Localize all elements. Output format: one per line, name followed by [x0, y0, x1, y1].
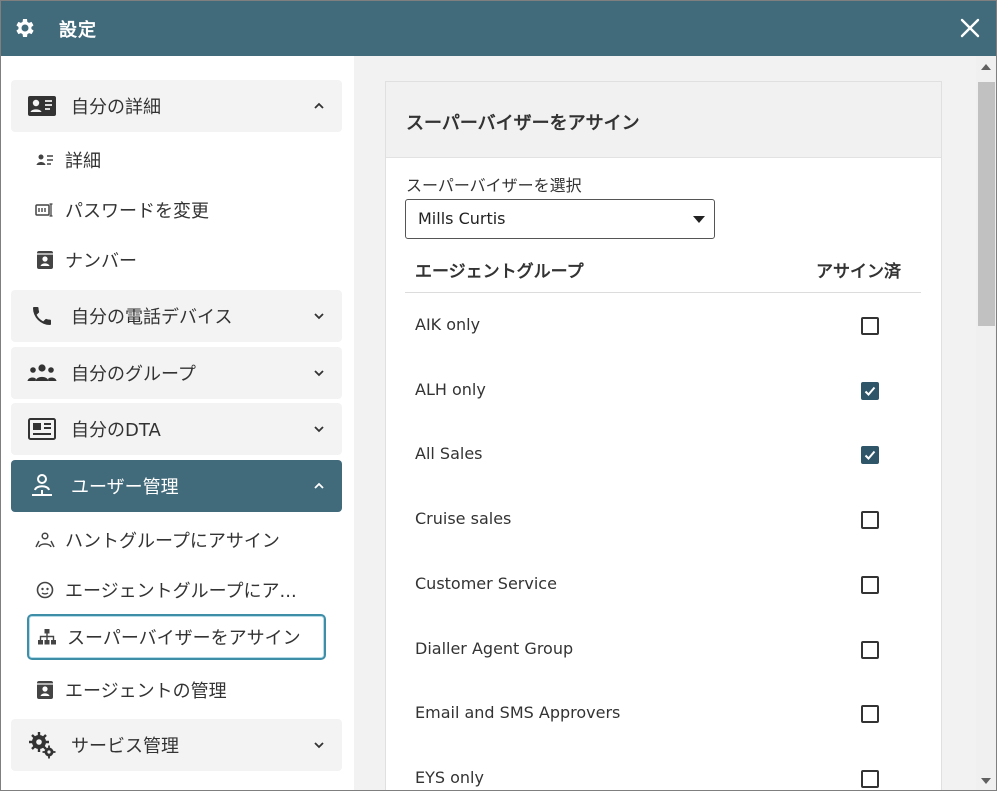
agent-group-name: Customer Service [415, 574, 557, 593]
chevron-down-icon [314, 313, 324, 320]
content-area: スーパーバイザーをアサイン スーパーバイザーを選択 Mills Curtis エ… [354, 56, 976, 790]
section-my-groups[interactable]: 自分のグループ [11, 347, 342, 399]
details-icon [35, 150, 55, 170]
gear-icon [16, 19, 34, 37]
section-label: サービス管理 [71, 736, 179, 757]
sidebar-item-details[interactable]: 詳細 [27, 137, 326, 183]
chevron-down-icon [314, 370, 324, 377]
section-label: 自分のDTA [71, 420, 161, 441]
group-icon [27, 360, 57, 386]
section-label: 自分のグループ [71, 364, 196, 385]
section-my-details[interactable]: 自分の詳細 [11, 80, 342, 132]
close-icon[interactable] [959, 17, 981, 39]
table-row: EYS only [405, 746, 921, 790]
section-service-management[interactable]: サービス管理 [11, 719, 342, 771]
content-scrollbar[interactable] [976, 56, 996, 790]
column-header-assigned: アサイン済 [816, 262, 901, 282]
scroll-down-arrow-icon[interactable] [981, 778, 991, 784]
sidebar-item-label: エージェントグループにア... [65, 581, 297, 602]
sidebar-item-label: パスワードを変更 [65, 201, 209, 222]
caret-down-icon [693, 216, 705, 223]
title-bar: 設定 [1, 1, 996, 56]
settings-sidebar: 自分の詳細 詳細 パスワードを変更 ナンバー 自分の電話デバイス 自分のグループ [1, 56, 354, 790]
password-icon [35, 200, 55, 220]
supervisor-select-label: スーパーバイザーを選択 [406, 176, 582, 195]
sidebar-item-label: 詳細 [65, 151, 101, 172]
agent-group-icon [35, 580, 55, 600]
agent-group-name: All Sales [415, 444, 483, 463]
hierarchy-icon [37, 627, 57, 647]
assigned-checkbox[interactable] [861, 382, 879, 400]
sidebar-item-label: エージェントの管理 [65, 681, 227, 702]
section-label: 自分の詳細 [71, 97, 161, 118]
contact-card-icon [27, 93, 57, 119]
table-row: Email and SMS Approvers [405, 681, 921, 745]
agent-group-name: Cruise sales [415, 509, 512, 528]
section-label: 自分の電話デバイス [71, 307, 233, 328]
panel-header: スーパーバイザーをアサイン [386, 82, 941, 158]
chevron-down-icon [314, 426, 324, 433]
table-row: Customer Service [405, 552, 921, 616]
sidebar-item-change-password[interactable]: パスワードを変更 [27, 187, 326, 233]
chevron-up-icon [314, 102, 324, 109]
sidebar-item-assign-agent-group[interactable]: エージェントグループにア... [27, 567, 326, 613]
section-user-management[interactable]: ユーザー管理 [11, 460, 342, 512]
supervisor-select-value: Mills Curtis [418, 209, 506, 228]
assign-supervisor-panel: スーパーバイザーをアサイン スーパーバイザーを選択 Mills Curtis エ… [385, 81, 942, 790]
hunt-group-icon [35, 530, 55, 550]
scrollbar-thumb[interactable] [978, 82, 995, 326]
service-gears-icon [27, 732, 57, 759]
column-header-agent-group: エージェントグループ [415, 262, 584, 282]
sidebar-item-agent-management[interactable]: エージェントの管理 [27, 667, 326, 713]
scroll-up-arrow-icon[interactable] [981, 64, 991, 70]
assigned-checkbox[interactable] [861, 511, 879, 529]
table-row: Cruise sales [405, 487, 921, 551]
user-admin-icon [27, 473, 57, 499]
agent-group-name: Dialler Agent Group [415, 639, 574, 658]
assigned-checkbox[interactable] [861, 576, 879, 594]
supervisor-select[interactable]: Mills Curtis [405, 199, 715, 239]
table-row: AIK only [405, 293, 921, 357]
agent-group-name: ALH only [415, 380, 486, 399]
assigned-checkbox[interactable] [861, 641, 879, 659]
dta-icon [27, 416, 57, 442]
window-title: 設定 [59, 20, 97, 41]
section-label: ユーザー管理 [71, 477, 179, 498]
phone-icon [27, 303, 57, 329]
section-my-phone-devices[interactable]: 自分の電話デバイス [11, 290, 342, 342]
sidebar-item-number[interactable]: ナンバー [27, 237, 326, 283]
checkmark-icon [864, 450, 876, 460]
agent-manage-icon [35, 680, 55, 700]
assigned-checkbox[interactable] [861, 705, 879, 723]
checkmark-icon [864, 386, 876, 396]
assigned-checkbox[interactable] [861, 770, 879, 788]
chevron-up-icon [314, 482, 324, 489]
assigned-checkbox[interactable] [861, 446, 879, 464]
assigned-checkbox[interactable] [861, 317, 879, 335]
agent-group-name: Email and SMS Approvers [415, 703, 621, 722]
agent-group-name: EYS only [415, 768, 484, 787]
sidebar-item-label: ハントグループにアサイン [65, 531, 280, 552]
section-my-dta[interactable]: 自分のDTA [11, 403, 342, 455]
sidebar-item-label: スーパーバイザーをアサイン [67, 628, 301, 649]
table-row: All Sales [405, 422, 921, 486]
panel-title: スーパーバイザーをアサイン [406, 113, 640, 134]
table-row: ALH only [405, 358, 921, 422]
agent-group-name: AIK only [415, 315, 481, 334]
sidebar-item-assign-hunt-group[interactable]: ハントグループにアサイン [27, 517, 326, 563]
table-row: Dialler Agent Group [405, 617, 921, 681]
sidebar-item-label: ナンバー [65, 251, 137, 272]
number-badge-icon [35, 250, 55, 270]
sidebar-item-assign-supervisor[interactable]: スーパーバイザーをアサイン [27, 614, 326, 660]
chevron-down-icon [314, 742, 324, 749]
